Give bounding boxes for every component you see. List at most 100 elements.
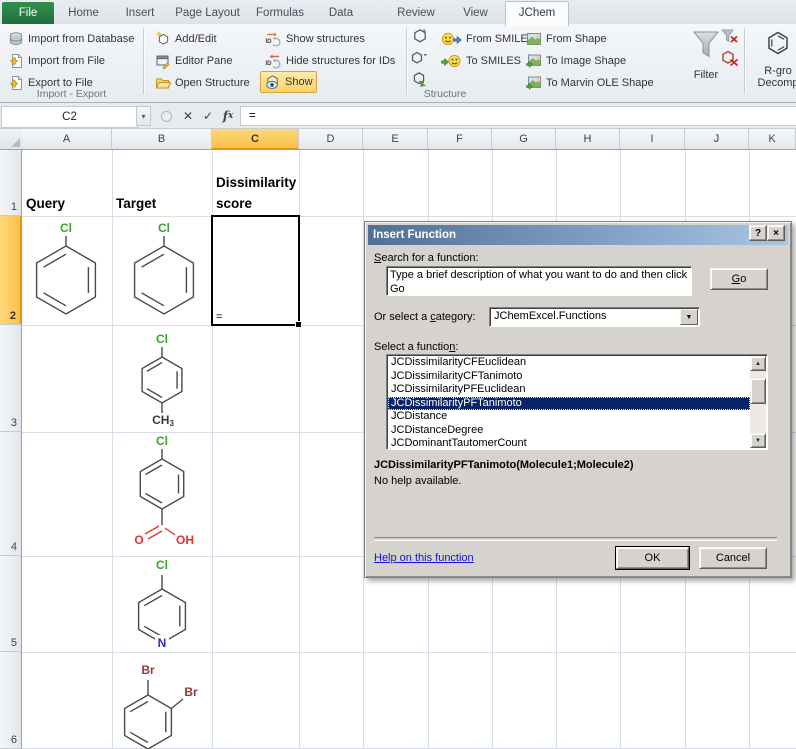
- insert-function-button[interactable]: fx: [218, 106, 238, 126]
- help-on-function-link[interactable]: Help on this function: [374, 552, 474, 564]
- chevron-down-icon[interactable]: ▼: [680, 309, 698, 325]
- picture-arrow-icon: [525, 75, 542, 91]
- tab-formulas[interactable]: Formulas: [248, 2, 312, 24]
- column-header-F[interactable]: F: [428, 129, 492, 149]
- function-list-item[interactable]: JCDissimilarityCFEuclidean: [388, 356, 750, 370]
- dialog-title-bar[interactable]: Insert Function: [368, 225, 788, 245]
- clear-filter-button[interactable]: [720, 29, 740, 49]
- column-header-K[interactable]: K: [749, 129, 796, 149]
- tab-home[interactable]: Home: [56, 2, 111, 24]
- from-shape-button[interactable]: From Shape: [521, 28, 611, 50]
- benzene-large-icon: [765, 30, 791, 61]
- formula-input[interactable]: =: [240, 106, 796, 126]
- database-icon: [7, 31, 24, 47]
- structure-chloropyridine-b5[interactable]: Cl N: [112, 550, 212, 652]
- import-from-database-button[interactable]: Import from Database: [3, 28, 138, 50]
- structure-tool-button-2[interactable]: [410, 50, 430, 70]
- from-shape-label: From Shape: [546, 33, 607, 45]
- clear-structure-filter-button[interactable]: [720, 51, 740, 71]
- tab-page-layout[interactable]: Page Layout: [169, 2, 246, 24]
- add-edit-label: Add/Edit: [175, 33, 217, 45]
- select-all-corner[interactable]: [0, 129, 23, 149]
- function-list-item[interactable]: JCDominantTautomerCount: [388, 437, 750, 448]
- tab-view[interactable]: View: [448, 2, 503, 24]
- tab-data[interactable]: Data: [314, 2, 368, 24]
- open-folder-icon: [154, 75, 171, 91]
- to-image-shape-button[interactable]: To Image Shape: [521, 50, 630, 72]
- r-group-decomposition-button[interactable]: R-gro Decomp: [748, 28, 796, 98]
- dialog-help-button[interactable]: ?: [749, 225, 767, 241]
- structure-chlorobenzene-a2[interactable]: Cl: [16, 218, 116, 322]
- name-box[interactable]: C2: [1, 106, 138, 128]
- scrollbar-thumb[interactable]: [750, 378, 766, 404]
- name-box-dropdown[interactable]: ▾: [136, 106, 151, 126]
- column-header-A[interactable]: A: [22, 129, 112, 149]
- atom-label-cl: Cl: [156, 558, 168, 572]
- scroll-up-button[interactable]: ▲: [750, 356, 766, 371]
- show-structures-button[interactable]: ID Show structures: [261, 28, 369, 50]
- cell-b1[interactable]: Target: [116, 150, 156, 214]
- structure-chlorobenzene-b2[interactable]: Cl: [114, 218, 214, 322]
- import-from-file-button[interactable]: Import from File: [3, 50, 109, 72]
- open-structure-button[interactable]: Open Structure: [150, 72, 254, 94]
- column-header-B[interactable]: B: [112, 129, 212, 149]
- add-edit-button[interactable]: Add/Edit: [150, 28, 221, 50]
- category-value: JChemExcel.Functions: [494, 310, 607, 322]
- column-header-G[interactable]: G: [492, 129, 556, 149]
- editor-pane-button[interactable]: Editor Pane: [150, 50, 236, 72]
- row-header-3[interactable]: 3: [0, 325, 22, 432]
- cell-a1[interactable]: Query: [26, 150, 65, 214]
- structure-tool-button-1[interactable]: [410, 28, 430, 48]
- dialog-close-button[interactable]: ×: [767, 225, 785, 241]
- column-header-E[interactable]: E: [363, 129, 428, 149]
- function-list-item-selected[interactable]: JCDissimilarityPFTanimoto: [388, 397, 750, 411]
- function-list-item[interactable]: JCDistance: [388, 410, 750, 424]
- confirm-entry-button[interactable]: ✓: [198, 106, 218, 126]
- select-function-label: Select a function:: [374, 341, 458, 353]
- to-marvin-ole-shape-label: To Marvin OLE Shape: [546, 77, 654, 89]
- ok-button[interactable]: OK: [616, 547, 689, 569]
- benzene-dropdown-icon: [410, 50, 430, 71]
- r-group-label-line1: R-gro: [764, 65, 792, 77]
- formula-options-button[interactable]: [156, 106, 176, 126]
- tab-insert[interactable]: Insert: [113, 2, 167, 24]
- tab-file[interactable]: File: [2, 2, 54, 24]
- tab-review[interactable]: Review: [386, 2, 446, 24]
- list-scrollbar[interactable]: ▲ ▼: [750, 356, 766, 448]
- row-header-5[interactable]: 5: [0, 556, 22, 652]
- to-smiles-button[interactable]: To SMILES: [437, 50, 525, 72]
- row-header-4[interactable]: 4: [0, 432, 22, 556]
- funnel-x-icon: [721, 29, 739, 49]
- tab-jchem[interactable]: JChem: [505, 1, 569, 26]
- category-dropdown[interactable]: JChemExcel.Functions ▼: [489, 307, 700, 327]
- cancel-entry-button[interactable]: ✕: [178, 106, 198, 126]
- show-button[interactable]: Show: [260, 71, 317, 93]
- column-header-H[interactable]: H: [556, 129, 620, 149]
- function-list-item[interactable]: JCDistanceDegree: [388, 424, 750, 438]
- column-header-J[interactable]: J: [685, 129, 749, 149]
- search-function-input[interactable]: Type a brief description of what you wan…: [386, 266, 692, 296]
- formula-bar: C2 ▾ ✕ ✓ fx =: [0, 103, 796, 129]
- function-signature: JCDissimilarityPFTanimoto(Molecule1;Mole…: [374, 459, 634, 471]
- structure-chlorotoluene-b3[interactable]: Cl CH3: [112, 328, 212, 432]
- column-header-C[interactable]: C: [212, 129, 299, 150]
- fill-handle[interactable]: [295, 321, 302, 328]
- atom-label-cl: Cl: [158, 221, 170, 235]
- structure-dibromobenzene-b6[interactable]: Br Br: [98, 653, 210, 749]
- picture-icon: [525, 31, 542, 47]
- go-button[interactable]: Go: [710, 268, 768, 290]
- scroll-down-button[interactable]: ▼: [750, 433, 766, 448]
- cell-c1[interactable]: Dissimilarity score: [216, 150, 300, 214]
- column-header-I[interactable]: I: [620, 129, 685, 149]
- structure-chlorobenzoic-acid-b4[interactable]: Cl O OH: [112, 434, 212, 554]
- hide-structures-for-ids-button[interactable]: ID Hide structures for IDs: [261, 50, 399, 72]
- editor-pane-icon: [154, 53, 171, 69]
- cancel-button[interactable]: Cancel: [699, 547, 767, 569]
- column-header-D[interactable]: D: [299, 129, 363, 149]
- row-header-1[interactable]: 1: [0, 150, 22, 216]
- selected-cell-c2[interactable]: =: [211, 215, 300, 326]
- function-list-item[interactable]: JCDissimilarityCFTanimoto: [388, 370, 750, 384]
- function-list-item[interactable]: JCDissimilarityPFEuclidean: [388, 383, 750, 397]
- to-marvin-ole-shape-button[interactable]: To Marvin OLE Shape: [521, 72, 658, 94]
- row-header-6[interactable]: 6: [0, 652, 22, 749]
